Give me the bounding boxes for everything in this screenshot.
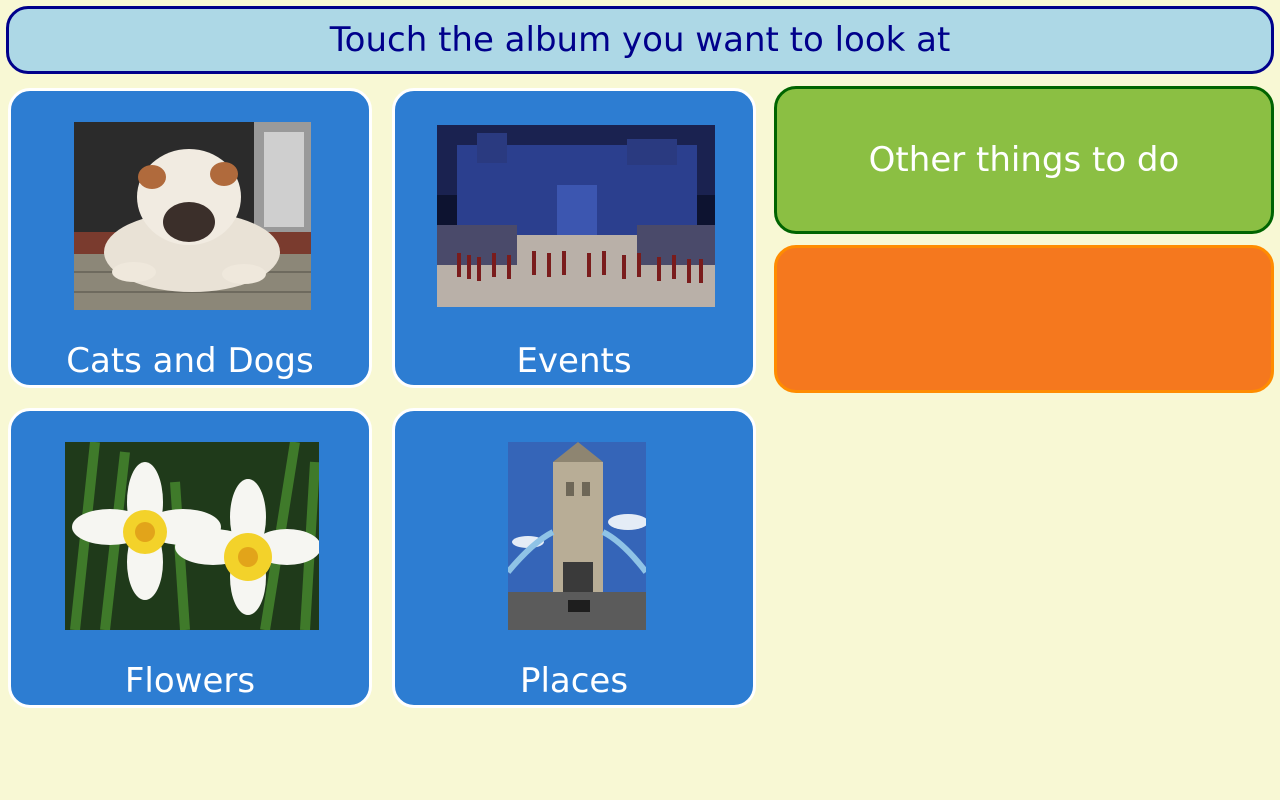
album-label: Events [516, 341, 632, 381]
orange-button[interactable] [774, 245, 1274, 393]
page-title: Touch the album you want to look at [6, 6, 1274, 74]
album-label: Places [519, 661, 629, 701]
other-things-button[interactable]: Other things to do [774, 86, 1274, 234]
album-label: Flowers [124, 661, 256, 701]
album-cats-and-dogs[interactable]: Cats and Dogs [8, 88, 372, 388]
daffodils-photo [65, 442, 319, 630]
album-flowers[interactable]: Flowers [8, 408, 372, 708]
album-places[interactable]: Places [392, 408, 756, 708]
album-events[interactable]: Events [392, 88, 756, 388]
tower-bridge-photo [508, 442, 646, 630]
castle-tattoo-photo [437, 125, 715, 307]
bulldog-photo [74, 122, 311, 310]
album-label: Cats and Dogs [66, 341, 314, 381]
